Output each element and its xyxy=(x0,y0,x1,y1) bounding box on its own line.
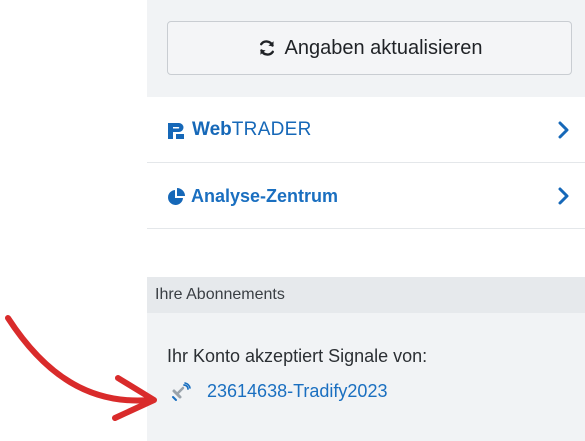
refresh-icon xyxy=(257,38,277,58)
webtrader-label: WebTRADER xyxy=(192,119,312,141)
pie-chart-icon xyxy=(166,187,186,207)
annotation-arrow-icon xyxy=(5,315,157,421)
analyse-zentrum-label: Analyse-Zentrum xyxy=(191,186,339,206)
account-panel: Angaben aktualisieren WebTRADER Analyse-… xyxy=(0,0,585,441)
chevron-right-icon xyxy=(557,186,571,206)
signal-provider-link[interactable]: 23614638-Tradify2023 xyxy=(171,381,387,402)
menu-item-webtrader[interactable]: WebTRADER xyxy=(147,98,585,163)
subscriptions-header: Ihre Abonnements xyxy=(147,277,585,313)
webtrader-label-trader: TRADER xyxy=(231,119,312,140)
webtrader-logo-icon xyxy=(166,121,186,141)
menu-item-analyse-zentrum[interactable]: Analyse-Zentrum xyxy=(147,164,585,229)
satellite-icon xyxy=(171,381,191,402)
signal-provider-label: 23614638-Tradify2023 xyxy=(207,381,388,401)
refresh-button[interactable]: Angaben aktualisieren xyxy=(167,21,572,75)
subscriptions-text: Ihr Konto akzeptiert Signale von: xyxy=(167,346,428,366)
subscriptions-body: Ihr Konto akzeptiert Signale von: 236146… xyxy=(147,313,585,441)
chevron-right-icon xyxy=(557,120,571,140)
webtrader-label-web: Web xyxy=(192,119,232,140)
refresh-button-label: Angaben aktualisieren xyxy=(284,36,483,59)
